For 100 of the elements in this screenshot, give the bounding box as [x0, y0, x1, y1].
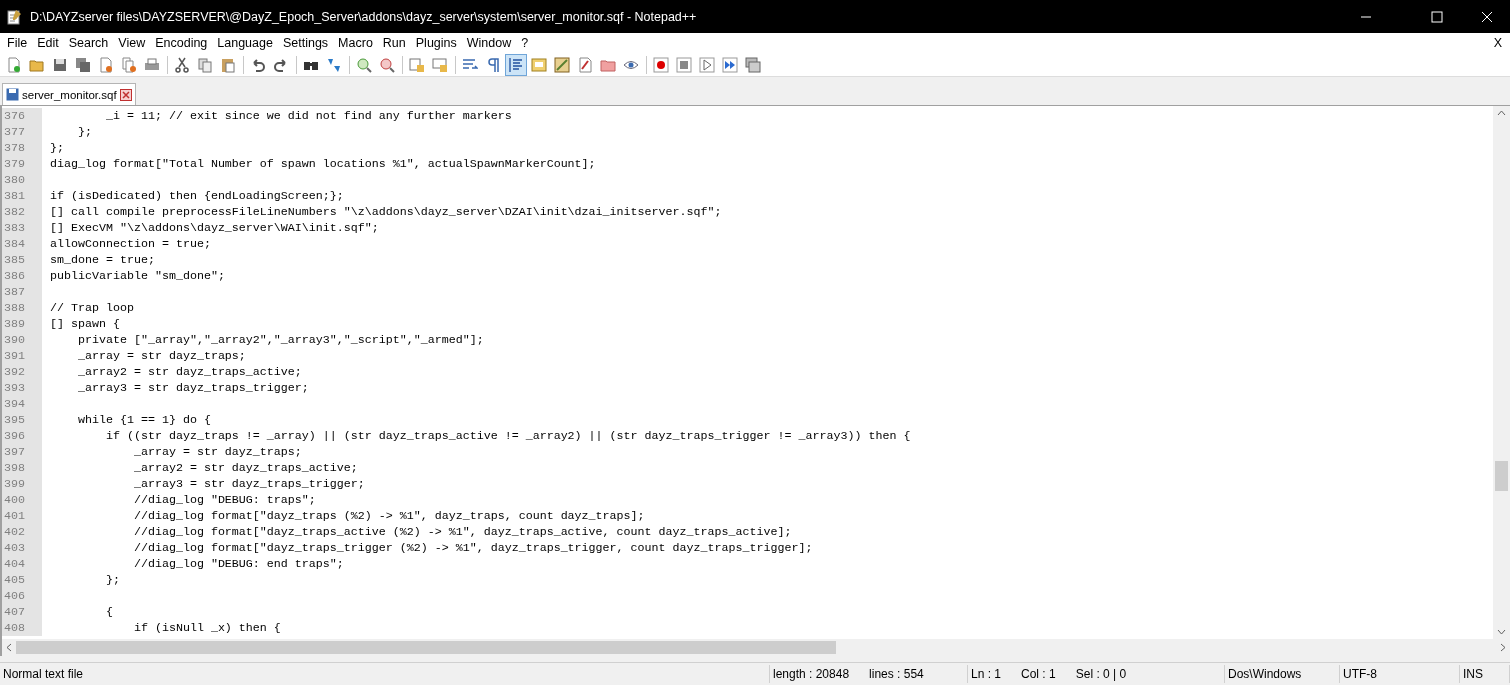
menu-item[interactable]: Macro [333, 36, 378, 50]
line-number: 393 [2, 380, 42, 396]
code-line: publicVariable "sm_done"; [49, 268, 225, 284]
zoom-in-icon [356, 56, 372, 73]
close-icon [1481, 10, 1493, 23]
code-line: if (isDedicated) then {endLoadingScreen;}; [49, 188, 344, 204]
line-number: 403 [2, 540, 42, 556]
pages-close-icon [121, 56, 137, 73]
menu-item[interactable]: Encoding [150, 36, 213, 50]
line-number: 395 [2, 412, 42, 428]
zoom-out-icon [379, 56, 395, 73]
status-text: Dos\Windows [1228, 667, 1302, 681]
menu-item[interactable]: Plugins [410, 36, 462, 50]
vertical-scrollbar[interactable] [1493, 106, 1510, 639]
line-number: 401 [2, 508, 42, 524]
status-text: Sel : 0 | 0 [1075, 667, 1127, 681]
code-line: //diag_log "DEBUG: traps"; [132, 492, 316, 508]
line-number: 385 [2, 252, 42, 268]
menu-item[interactable]: Run [377, 36, 411, 50]
line-number: 392 [2, 364, 42, 380]
code-line: //diag_log "DEBUG: end traps"; [132, 556, 344, 572]
code-line: _array = str dayz_traps; [76, 348, 246, 364]
code-line: if ((str dayz_traps != _array) || (str dayz_traps_active != _array2) || (str dayz_traps_trigger != _array3)) then { [104, 428, 911, 444]
file-tab[interactable]: server_monitor.sqf [2, 83, 136, 105]
notepad-icon [6, 8, 22, 25]
code-line: private ["_array","_array2","_array3","_script","_armed"]; [76, 332, 484, 348]
scroll-thumb[interactable] [16, 641, 836, 654]
panel-icon [531, 56, 547, 73]
status-text: lines : 554 [869, 667, 924, 681]
line-number: 377 [2, 124, 42, 140]
line-number: 376 [2, 108, 42, 124]
code-line: [] ExecVM "\z\addons\dayz_server\WAI\init.sqf"; [49, 220, 379, 236]
menu-item[interactable]: Search [63, 36, 114, 50]
close-document-button[interactable]: X [1493, 36, 1502, 50]
map-icon [554, 56, 570, 73]
line-number: 384 [2, 236, 42, 252]
code-line: }; [49, 140, 64, 156]
code-line: //diag_log format["dayz_traps (%2) -> %1", dayz_traps, count dayz_traps]; [132, 508, 645, 524]
scroll-left-icon[interactable] [6, 643, 12, 652]
menu-item[interactable]: Edit [32, 36, 64, 50]
status-text: Ln : 1 [971, 667, 1002, 681]
line-number: 381 [2, 188, 42, 204]
line-number: 388 [2, 300, 42, 316]
printer-icon [144, 56, 160, 73]
clipboard-icon [220, 56, 236, 73]
code-line: [] call compile preprocessFileLineNumbers "\z\addons\dayz_server\DZAI\init\dzai_initserver.sqf"; [49, 204, 722, 220]
scissors-icon [174, 56, 190, 73]
menu-item[interactable]: ? [516, 36, 534, 50]
code-line: }; [104, 572, 120, 588]
menu-item[interactable]: Settings [277, 36, 334, 50]
line-number: 386 [2, 268, 42, 284]
disks-icon [75, 56, 91, 73]
line-number: 382 [2, 204, 42, 220]
line-number: 390 [2, 332, 42, 348]
code-line: allowConnection = true; [49, 236, 211, 252]
scroll-down-icon[interactable] [1497, 629, 1506, 635]
line-number: 404 [2, 556, 42, 572]
line-number: 387 [2, 284, 42, 300]
line-number: 406 [2, 588, 42, 604]
redo-icon [273, 56, 289, 73]
line-number: 378 [2, 140, 42, 156]
line-number: 398 [2, 460, 42, 476]
code-line: }; [76, 124, 92, 140]
line-number: 379 [2, 156, 42, 172]
line-number: 383 [2, 220, 42, 236]
code-line: _array3 = str dayz_traps_trigger; [132, 476, 365, 492]
undo-icon [250, 56, 266, 73]
fast-forward-icon [722, 56, 738, 73]
line-number: 407 [2, 604, 42, 620]
menu-item[interactable]: View [113, 36, 151, 50]
window-title: D:\DAYZserver files\DAYZSERVER\@DayZ_Epoch_Server\addons\dayz_server\system\server_monitor.sqf - Notepad++ [30, 9, 698, 24]
copy-icon [197, 56, 213, 73]
line-number: 389 [2, 316, 42, 332]
status-text: length : 20848 [773, 667, 850, 681]
code-line: if (isNull _x) then { [132, 620, 281, 636]
menu-item[interactable]: Language [212, 36, 278, 50]
line-number: 400 [2, 492, 42, 508]
scroll-up-icon[interactable] [1497, 110, 1506, 116]
code-line: diag_log format["Total Number of spawn locations %1", actualSpawnMarkerCount]; [49, 156, 596, 172]
line-number: 402 [2, 524, 42, 540]
line-number: 380 [2, 172, 42, 188]
record-icon [653, 56, 669, 73]
stop-icon [676, 56, 692, 73]
line-number: 405 [2, 572, 42, 588]
scroll-thumb[interactable] [1495, 461, 1508, 491]
line-number: 408 [2, 620, 42, 636]
code-line: //diag_log format["dayz_traps_trigger (%2) -> %1", dayz_traps_trigger, count dayz_traps_trigger]; [132, 540, 813, 556]
close-icon[interactable] [119, 88, 132, 101]
page-close-icon [98, 56, 114, 73]
menu-item[interactable]: Window [461, 36, 517, 50]
document-icon [577, 56, 593, 73]
code-line: { [104, 604, 113, 620]
scroll-right-icon[interactable] [1500, 643, 1506, 652]
pilcrow-icon [485, 56, 501, 73]
menu-item[interactable]: File [2, 36, 33, 50]
code-line: sm_done = true; [49, 252, 155, 268]
line-number: 396 [2, 428, 42, 444]
code-line: _i = 11; // exit since we did not find any further markers [104, 108, 512, 124]
status-text: UTF-8 [1343, 667, 1377, 681]
code-line: [] spawn { [49, 316, 120, 332]
